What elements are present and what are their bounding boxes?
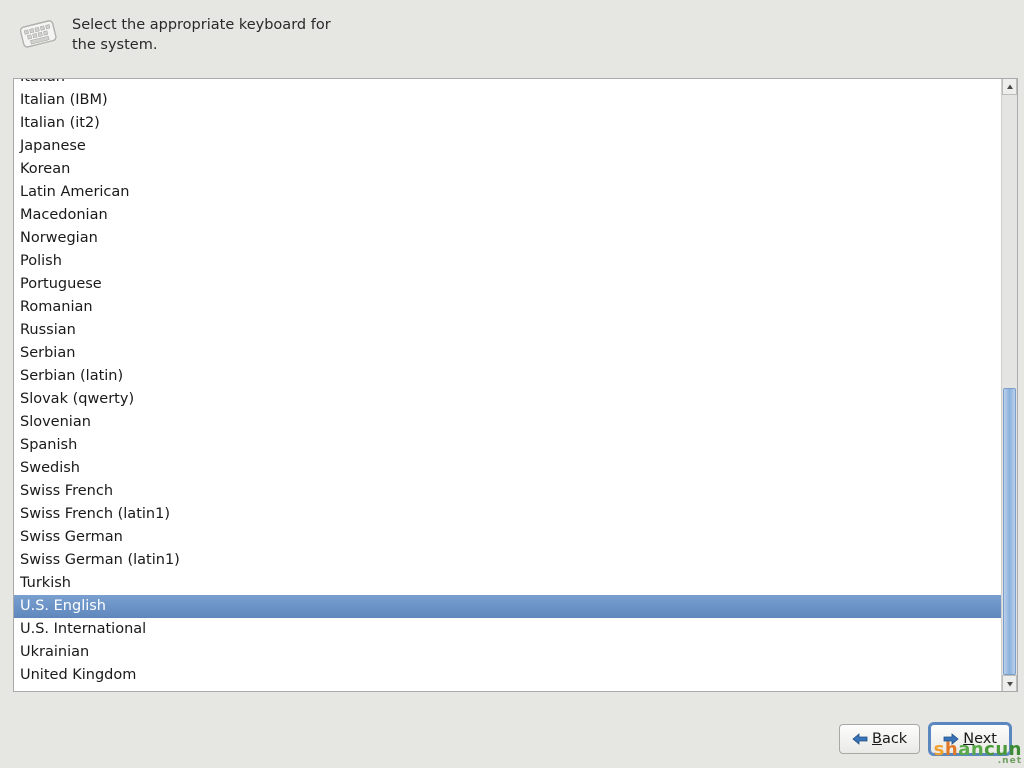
list-item[interactable]: Swedish: [14, 457, 1001, 480]
list-item[interactable]: Serbian: [14, 342, 1001, 365]
list-item[interactable]: U.S. English: [14, 595, 1001, 618]
list-item[interactable]: Swiss German: [14, 526, 1001, 549]
scrollbar-thumb[interactable]: [1003, 388, 1016, 675]
scroll-down-button[interactable]: [1002, 675, 1017, 691]
header: Select the appropriate keyboard for the …: [12, 14, 1012, 55]
back-button[interactable]: Back: [839, 724, 920, 754]
list-item[interactable]: Portuguese: [14, 273, 1001, 296]
list-item[interactable]: Turkish: [14, 572, 1001, 595]
list-item[interactable]: Italian (it2): [14, 112, 1001, 135]
list-item[interactable]: Russian: [14, 319, 1001, 342]
list-item[interactable]: Slovak (qwerty): [14, 388, 1001, 411]
list-item[interactable]: Italian: [14, 79, 1001, 89]
list-item[interactable]: Swiss French (latin1): [14, 503, 1001, 526]
list-item[interactable]: Japanese: [14, 135, 1001, 158]
list-item[interactable]: Slovenian: [14, 411, 1001, 434]
next-button[interactable]: Next: [930, 724, 1010, 754]
instruction-text: Select the appropriate keyboard for the …: [72, 14, 352, 55]
arrow-left-icon: [852, 732, 868, 746]
footer-buttons: Back Next: [839, 724, 1010, 754]
scroll-up-button[interactable]: [1002, 79, 1017, 95]
arrow-right-icon: [943, 732, 959, 746]
back-button-label: Back: [872, 731, 907, 747]
list-item[interactable]: Polish: [14, 250, 1001, 273]
next-button-label: Next: [963, 731, 997, 747]
list-item[interactable]: United Kingdom: [14, 664, 1001, 687]
keyboard-icon: [16, 14, 60, 52]
list-item[interactable]: Latin American: [14, 181, 1001, 204]
keyboard-listbox[interactable]: ItalianItalian (IBM)Italian (it2)Japanes…: [13, 78, 1018, 692]
list-item[interactable]: Serbian (latin): [14, 365, 1001, 388]
list-item[interactable]: Swiss French: [14, 480, 1001, 503]
list-item[interactable]: Spanish: [14, 434, 1001, 457]
list-item[interactable]: Macedonian: [14, 204, 1001, 227]
list-item[interactable]: Romanian: [14, 296, 1001, 319]
scrollbar-track[interactable]: [1002, 95, 1017, 675]
list-item[interactable]: Korean: [14, 158, 1001, 181]
list-item[interactable]: Ukrainian: [14, 641, 1001, 664]
list-item[interactable]: Norwegian: [14, 227, 1001, 250]
list-item[interactable]: Italian (IBM): [14, 89, 1001, 112]
list-item[interactable]: Swiss German (latin1): [14, 549, 1001, 572]
list-item[interactable]: U.S. International: [14, 618, 1001, 641]
scrollbar[interactable]: [1001, 79, 1017, 691]
